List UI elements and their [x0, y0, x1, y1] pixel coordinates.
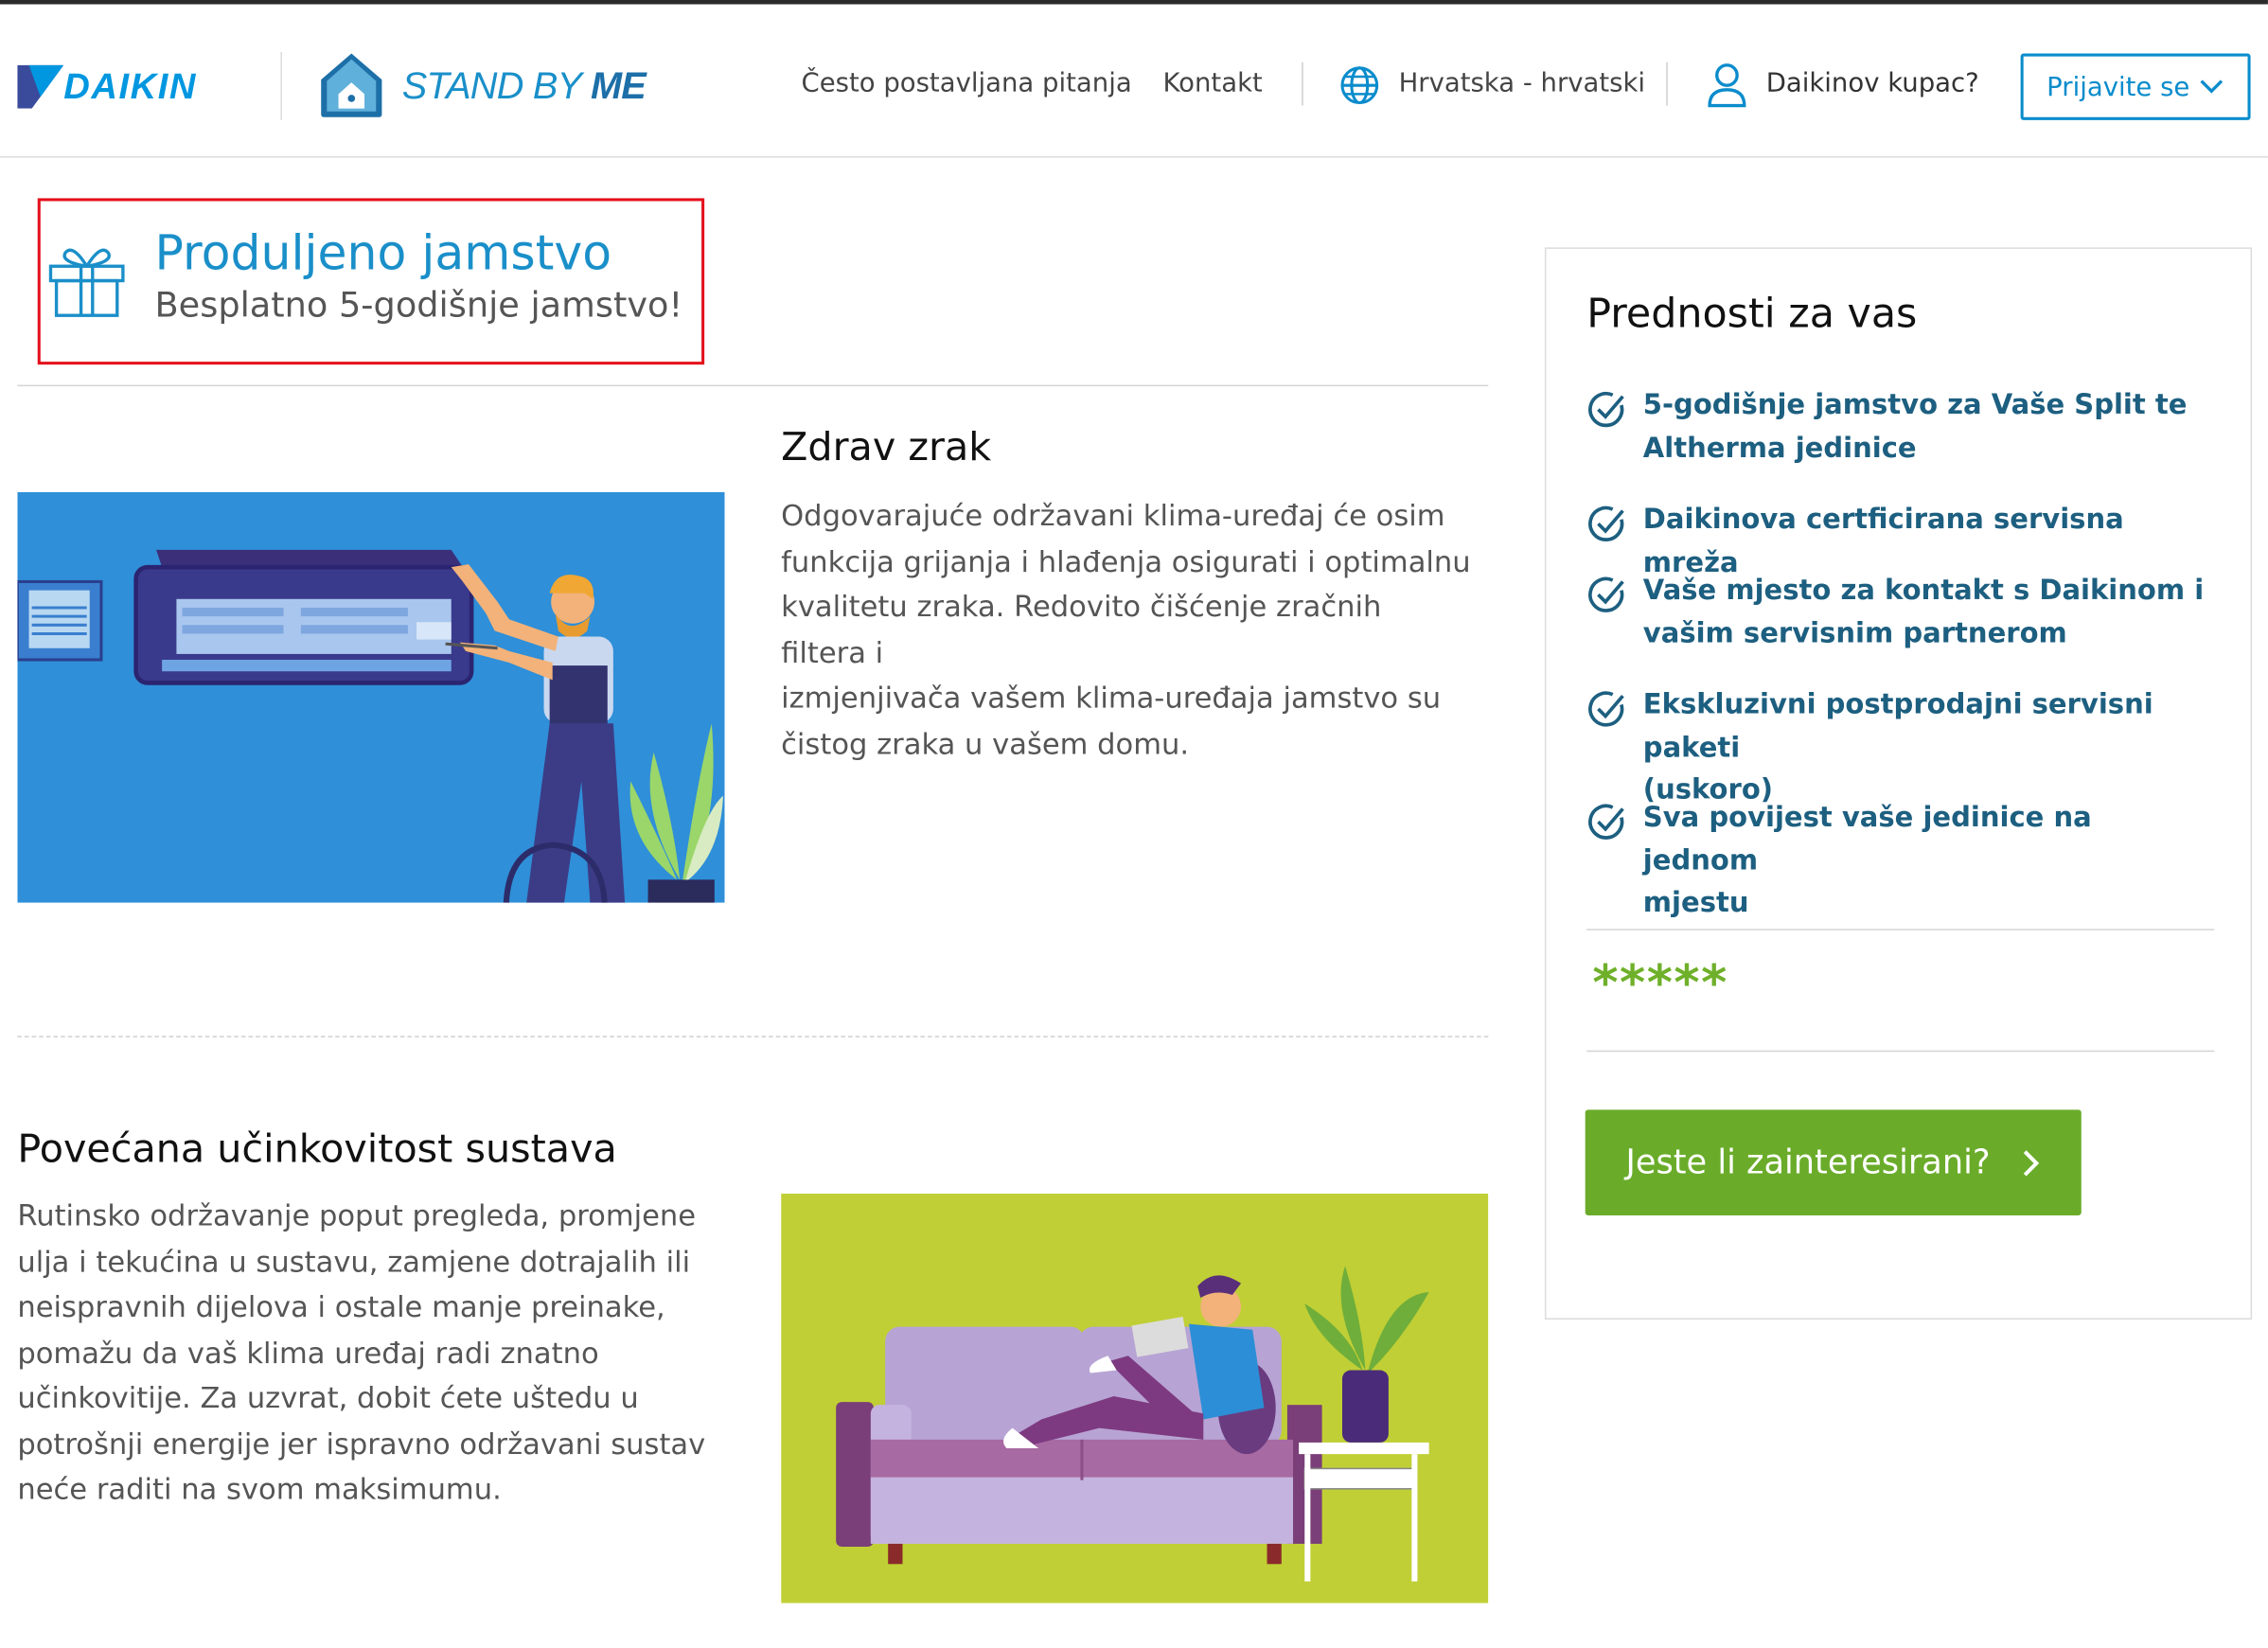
- daikin-wordmark: DAIKIN: [63, 65, 197, 107]
- section-divider: [17, 384, 1489, 387]
- benefits-title: Prednosti za vas: [1586, 289, 1918, 338]
- benefit-text: Altherma jedinice: [1642, 432, 1917, 464]
- body-line: pomažu da vaš klima uređaj radi znatno: [17, 1335, 599, 1370]
- body-line: ulja i tekućina u sustavu, zamjene dotra…: [17, 1243, 691, 1279]
- benefit-text: Vaše mjesto za kontakt s Daikinom i: [1642, 574, 2205, 607]
- technician-aircon-illustration: [17, 491, 725, 903]
- customer-prompt: Daikinov kupac?: [1765, 67, 1979, 98]
- promo-highlight-box: [37, 198, 705, 365]
- section-divider-dashed: [17, 1036, 1489, 1037]
- body-line: potrošnji energije jer ispravno održavan…: [17, 1426, 706, 1462]
- chevron-right-icon: [2023, 1149, 2040, 1176]
- section-body-efficiency: Rutinsko održavanje poput pregleda, prom…: [17, 1194, 711, 1513]
- benefits-card: Prednosti za vas 5-godišnje jamstvo za V…: [1544, 247, 2253, 1320]
- promo-subtitle: Besplatno 5-godišnje jamstvo!: [154, 285, 683, 326]
- benefit-text: mjestu: [1642, 886, 1749, 919]
- card-divider: [1586, 1050, 2215, 1053]
- nav-faq-link[interactable]: Često postavljana pitanja: [802, 68, 1132, 98]
- benefit-text: vašim servisnim partnerom: [1642, 616, 2067, 649]
- section-body-healthy-air: Odgovarajuće održavani klima-uređaj će o…: [781, 493, 1475, 767]
- house-icon: [321, 53, 382, 117]
- daikin-logo[interactable]: DAIKIN: [17, 62, 197, 112]
- section-title-efficiency: Povećana učinkovitost sustava: [17, 1126, 617, 1173]
- benefit-text: 5-godišnje jamstvo za Vaše Split te: [1642, 389, 2188, 421]
- benefit-text: Daikinova certficirana servisna mreža: [1642, 503, 2124, 578]
- logo-divider: [280, 52, 282, 120]
- body-line: neće raditi na svom maksimumu.: [17, 1471, 502, 1507]
- body-line: Odgovarajuće održavani klima-uređaj će o…: [781, 497, 1445, 533]
- benefit-text: Sva povijest vaše jedinice na jednom: [1642, 801, 2092, 877]
- check-circle-icon: [1588, 804, 1624, 840]
- body-line: funkcija grijanja i hlađenja osigurati i…: [781, 542, 1471, 578]
- relaxing-sofa-illustration: [781, 1194, 1489, 1604]
- globe-icon[interactable]: [1339, 65, 1380, 106]
- daikin-mark-icon: [17, 64, 64, 109]
- benefit-text: Ekskluzivni postprodajni servisni paketi: [1642, 688, 2153, 764]
- body-line: kvalitetu zraka. Redovito čišćenje zračn…: [781, 589, 1382, 669]
- rating-stars: *****: [1592, 954, 1728, 1013]
- stand-by-me-logo[interactable]: STAND BY ME: [318, 49, 647, 121]
- check-circle-icon: [1588, 391, 1624, 428]
- check-circle-icon: [1588, 505, 1624, 541]
- body-line: Rutinsko održavanje poput pregleda, prom…: [17, 1197, 697, 1233]
- check-circle-icon: [1588, 576, 1624, 612]
- interested-button[interactable]: Jeste li zainteresirani?: [1585, 1109, 2082, 1215]
- section-title-healthy-air: Zdrav zrak: [781, 425, 992, 470]
- site-header: DAIKIN STAND BY ME Često postavljana pit…: [0, 4, 2268, 158]
- chevron-down-icon: [2200, 80, 2224, 94]
- login-button[interactable]: Prijavite se: [2020, 53, 2251, 120]
- body-line: učinkovitije. Za uzvrat, dobit ćete ušte…: [17, 1380, 639, 1415]
- nav-separator: [1666, 62, 1668, 106]
- check-circle-icon: [1588, 691, 1624, 727]
- nav-contact-link[interactable]: Kontakt: [1163, 68, 1263, 98]
- body-line: čistog zraka u vašem domu.: [781, 725, 1190, 761]
- gift-icon: [48, 248, 125, 317]
- user-icon[interactable]: [1707, 62, 1747, 109]
- language-selector[interactable]: Hrvatska - hrvatski: [1399, 68, 1646, 98]
- body-line: izmjenjivača vašem klima-uređaja jamstvo…: [781, 680, 1442, 716]
- body-line: neispravnih dijelova i ostale manje prei…: [17, 1288, 665, 1324]
- card-divider: [1586, 929, 2215, 930]
- stand-by-me-wordmark: STAND BY ME: [401, 62, 647, 107]
- promo-title: Produljeno jamstvo: [154, 223, 612, 281]
- interested-button-label: Jeste li zainteresirani?: [1625, 1143, 1991, 1182]
- nav-separator: [1302, 62, 1303, 106]
- login-button-label: Prijavite se: [2047, 71, 2190, 102]
